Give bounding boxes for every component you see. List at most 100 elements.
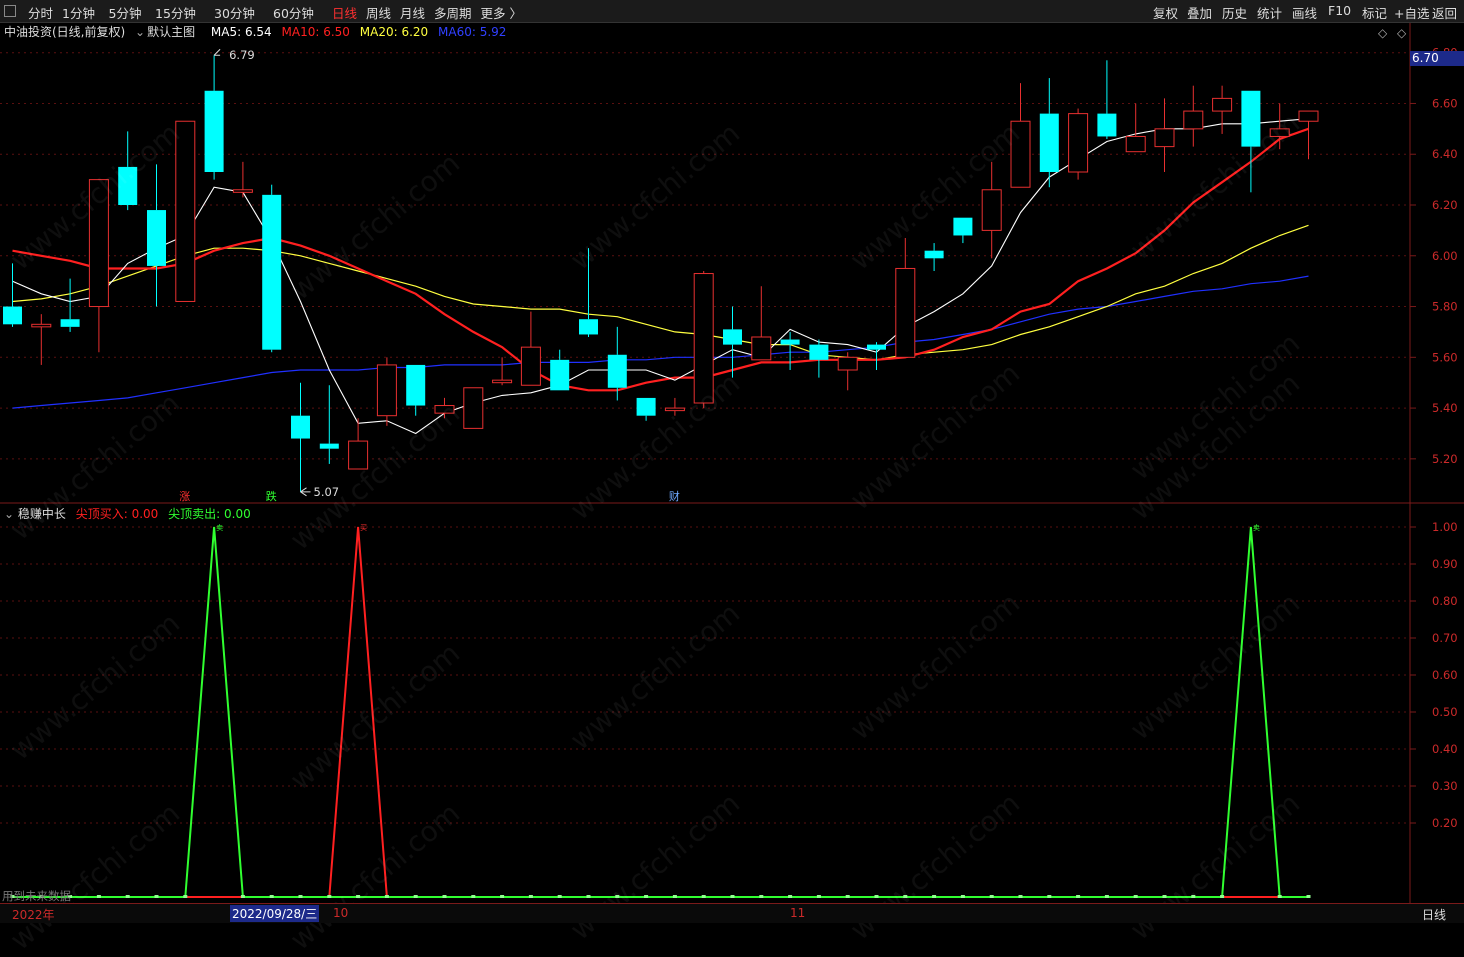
period-tab[interactable]: 多周期 <box>434 3 472 22</box>
baseline-dot <box>125 895 130 898</box>
baseline-dot <box>154 895 159 898</box>
indicator-axis-label: 0.30 <box>1432 779 1458 793</box>
candle-body-up <box>520 346 541 386</box>
period-tab[interactable]: 日线 <box>332 3 357 22</box>
time-axis-bar: 2022年 2022/09/28/三 10 11 日线 <box>0 903 1464 923</box>
candle-body-down <box>1039 113 1059 172</box>
diamond-icon[interactable]: ◇ <box>1378 26 1387 40</box>
toolbar-button[interactable]: 返回 <box>1432 3 1457 22</box>
baseline-dot <box>1076 895 1081 898</box>
candle-body-down <box>60 319 80 327</box>
price-axis-label: 5.40 <box>1432 401 1458 415</box>
baseline-dot <box>672 895 677 898</box>
candle-body-up <box>1068 113 1089 173</box>
baseline-dot <box>413 895 418 898</box>
indicator-axis-label: 1.00 <box>1432 520 1458 534</box>
ma10-label: MA10: 6.50 <box>281 25 350 39</box>
candle-body-down <box>262 194 282 350</box>
buy-value: 尖顶买入: 0.00 <box>75 507 159 521</box>
baseline-dot <box>500 895 505 898</box>
current-price-tag: 6.70 <box>1410 51 1464 66</box>
baseline-dot <box>528 895 533 898</box>
baseline-dot <box>183 895 188 898</box>
baseline-dot <box>1104 895 1109 898</box>
candle-body-up <box>376 364 397 417</box>
toolbar-button[interactable]: 画线 <box>1292 3 1317 22</box>
candle-body-up <box>492 379 513 384</box>
period-tab[interactable]: 周线 <box>366 3 391 22</box>
event-marker: 涨 <box>179 490 190 503</box>
price-axis-label: 5.20 <box>1432 452 1458 466</box>
ma60-label: MA60: 5.92 <box>438 25 507 39</box>
candle-body-up <box>837 356 858 371</box>
period-label[interactable]: 日线 <box>1422 906 1446 923</box>
period-tab[interactable]: 1分钟 <box>62 3 95 22</box>
candle-body-down <box>319 443 339 449</box>
period-tab[interactable]: 60分钟 <box>273 3 314 22</box>
peak-label: 卖 <box>216 524 223 532</box>
baseline-dot <box>298 895 303 898</box>
candle-body-down <box>579 319 598 335</box>
baseline-dot <box>960 895 965 898</box>
template-selector[interactable]: ⌄ 默认主图 <box>135 25 205 39</box>
main-indicator-info: 中油投资(日线,前复权) ⌄ 默认主图 MA5: 6.54 MA10: 6.50 … <box>4 23 512 39</box>
baseline-dot <box>701 895 706 898</box>
window-menu-icon[interactable] <box>4 5 16 17</box>
baseline-dot <box>759 895 764 898</box>
indicator-axis-label: 0.40 <box>1432 742 1458 756</box>
period-tab[interactable]: 分时 <box>28 3 53 22</box>
candle-body-up <box>31 323 52 328</box>
toolbar-button[interactable]: 统计 <box>1257 3 1282 22</box>
diamond-icon[interactable]: ◇ <box>1397 26 1406 40</box>
high-marker <box>213 48 221 56</box>
toolbar-button[interactable]: F10 <box>1328 3 1351 18</box>
indicator-axis-label: 0.20 <box>1432 816 1458 830</box>
baseline-dot <box>442 895 447 898</box>
candle-body-up <box>981 189 1002 231</box>
baseline-dot <box>1018 895 1023 898</box>
candle-body-down <box>953 217 973 236</box>
peak-label: 买 <box>360 524 367 532</box>
candle-body-down <box>1097 113 1117 137</box>
candle-body-down <box>723 329 742 345</box>
low-marker <box>300 487 311 497</box>
baseline-dot <box>586 895 591 898</box>
candle-body-up <box>463 387 484 429</box>
baseline-dot <box>730 895 735 898</box>
candle-body-up <box>1125 135 1146 153</box>
price-axis-label: 6.60 <box>1432 96 1458 110</box>
baseline-dot <box>845 895 850 898</box>
period-tab[interactable]: 15分钟 <box>155 3 196 22</box>
candle-body-down <box>867 344 886 350</box>
candle-body-down <box>780 339 800 345</box>
candle-body-up <box>751 336 772 361</box>
baseline-dot <box>384 895 389 898</box>
baseline-dot <box>1133 895 1138 898</box>
period-tab[interactable]: 月线 <box>400 3 425 22</box>
indicator-axis-label: 0.60 <box>1432 668 1458 682</box>
period-tab[interactable]: 更多 〉 <box>481 3 522 22</box>
indicator-axis-label: 0.80 <box>1432 594 1458 608</box>
toolbar-button[interactable]: +自选 <box>1394 3 1429 22</box>
chevron-down-icon: ⌄ <box>135 25 146 39</box>
ma20-line <box>12 224 1309 361</box>
toolbar-button[interactable]: 标记 <box>1362 3 1387 22</box>
candle-body-down <box>550 359 570 391</box>
baseline-dot <box>1220 895 1225 898</box>
indicator-axis-label: 0.70 <box>1432 631 1458 645</box>
toolbar-button[interactable]: 叠加 <box>1187 3 1212 22</box>
period-tab[interactable]: 5分钟 <box>109 3 142 22</box>
price-axis-label: 5.60 <box>1432 350 1458 364</box>
candle-body-down <box>3 306 22 325</box>
future-data-note: 用到未来数据 <box>2 889 71 903</box>
baseline-dot <box>240 895 245 898</box>
toolbar-button[interactable]: 复权 <box>1153 3 1178 22</box>
baseline-dot <box>471 895 476 898</box>
toolbar-button[interactable]: 历史 <box>1222 3 1247 22</box>
candle-body-down <box>636 397 656 416</box>
candle-body-down <box>607 354 627 388</box>
month-label: 11 <box>790 906 806 920</box>
stock-title: 中油投资(日线,前复权) <box>4 25 126 39</box>
candle-body-up <box>1212 97 1233 112</box>
period-tab[interactable]: 30分钟 <box>214 3 255 22</box>
